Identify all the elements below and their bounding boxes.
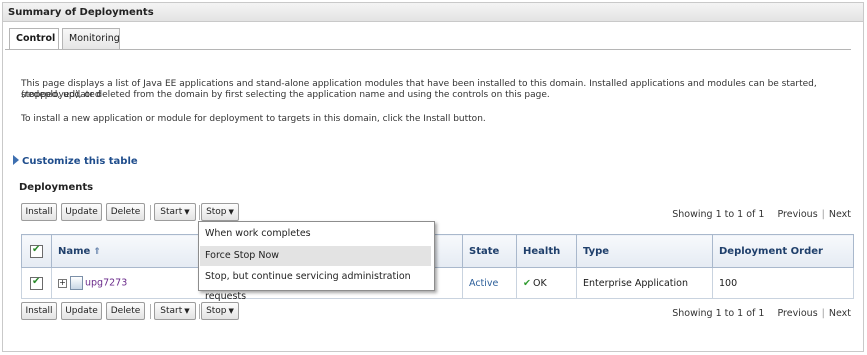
delete-button[interactable]: Delete [106, 302, 145, 320]
pager-summary: Showing 1 to 1 of 1 [672, 308, 765, 319]
next-link[interactable]: Next [829, 308, 851, 319]
customize-table-link[interactable]: Customize this table [13, 155, 138, 167]
health-cell: ✔ OK [516, 267, 577, 299]
column-name-label: Name [58, 245, 91, 257]
sort-ascending-icon: ⇑ [93, 246, 101, 257]
install-button[interactable]: Install [21, 203, 57, 221]
deployments-table: Name⇑ State Health Type Deployment Order… [21, 234, 854, 299]
toolbar-separator [199, 205, 200, 220]
select-all-checkbox[interactable] [30, 244, 43, 258]
next-link[interactable]: Next [829, 209, 851, 220]
stop-dropdown-menu: When work completes Force Stop Now Stop,… [198, 221, 435, 302]
previous-link[interactable]: Previous [778, 209, 818, 220]
type-cell: Enterprise Application [576, 267, 713, 299]
row-checkbox[interactable] [30, 276, 43, 290]
tab-monitoring[interactable]: Monitoring [62, 28, 120, 49]
tree-expand-icon[interactable]: + [58, 278, 67, 288]
application-name-link[interactable]: upg7273 [85, 278, 127, 289]
deployments-panel: Summary of Deployments Control Monitorin… [2, 2, 864, 352]
dropdown-caret-icon: ▼ [228, 208, 234, 216]
ok-checkmark-icon: ✔ [523, 277, 531, 289]
stop-label: Stop [206, 207, 227, 217]
start-label: Start [160, 306, 183, 316]
delete-button[interactable]: Delete [106, 203, 145, 221]
toolbar-separator [150, 304, 151, 319]
customize-label: Customize this table [22, 156, 138, 167]
start-dropdown-button[interactable]: Start ▼ [154, 203, 196, 221]
update-button[interactable]: Update [61, 302, 102, 320]
intro-text-line2: (redeployed), or deleted from the domain… [21, 90, 550, 100]
health-label: OK [532, 277, 547, 289]
start-dropdown-button[interactable]: Start ▼ [154, 302, 196, 320]
column-state[interactable]: State [462, 234, 517, 268]
dropdown-caret-icon: ▼ [184, 208, 190, 216]
expand-triangle-icon [13, 155, 19, 165]
section-title: Deployments [19, 182, 94, 193]
stop-label: Stop [206, 306, 227, 316]
table-row: + upg7273 Active ✔OK Enterprise Applicati… [21, 267, 854, 299]
panel-title: Summary of Deployments [3, 3, 863, 22]
dropdown-caret-icon: ▼ [184, 307, 190, 315]
state-cell: Active [462, 267, 517, 299]
top-pager: Showing 1 to 1 of 1 Previous | Next [672, 209, 851, 220]
row-select-cell [21, 267, 52, 299]
deployment-order-cell: 100 [712, 267, 854, 299]
toolbar-separator [199, 304, 200, 319]
select-all-header [21, 234, 52, 268]
toolbar-separator [150, 205, 151, 220]
menu-item-when-work-completes[interactable]: When work completes [200, 224, 431, 244]
install-instruction: To install a new application or module f… [21, 114, 486, 124]
start-label: Start [160, 207, 183, 217]
tab-control[interactable]: Control [9, 28, 59, 50]
bottom-pager: Showing 1 to 1 of 1 Previous | Next [672, 308, 851, 319]
menu-item-stop-continue-admin[interactable]: Stop, but continue servicing administrat… [200, 267, 431, 302]
column-health[interactable]: Health [516, 234, 577, 268]
install-button[interactable]: Install [21, 302, 57, 320]
dropdown-caret-icon: ▼ [228, 307, 234, 315]
column-type[interactable]: Type [576, 234, 713, 268]
stop-dropdown-button[interactable]: Stop ▼ [201, 203, 239, 221]
table-header-row: Name⇑ State Health Type Deployment Order [21, 234, 854, 268]
update-button[interactable]: Update [61, 203, 102, 221]
previous-link[interactable]: Previous [778, 308, 818, 319]
column-deployment-order[interactable]: Deployment Order [712, 234, 854, 268]
tab-divider [5, 49, 851, 50]
menu-item-force-stop-now[interactable]: Force Stop Now [200, 246, 431, 266]
pager-summary: Showing 1 to 1 of 1 [672, 209, 765, 220]
application-icon [70, 276, 83, 290]
